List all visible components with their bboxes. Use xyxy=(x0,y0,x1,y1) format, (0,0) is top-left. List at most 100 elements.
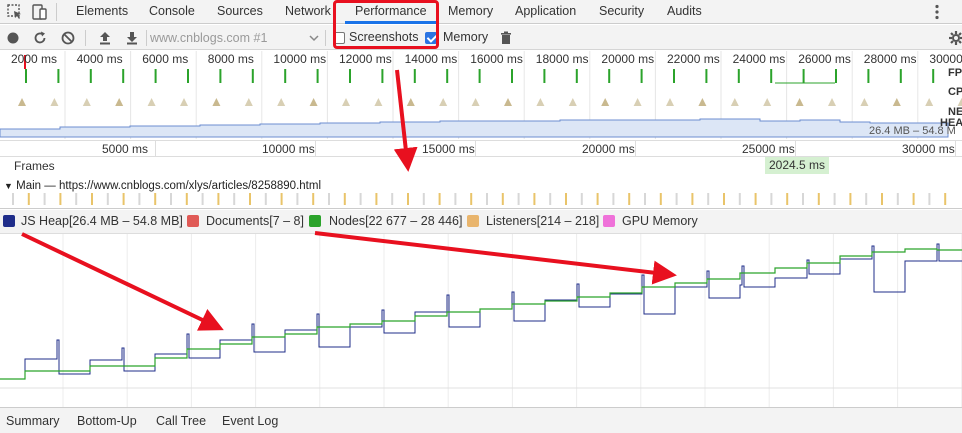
tab-bottom-up[interactable]: Bottom-Up xyxy=(77,414,137,428)
gpu-memory-checkbox[interactable] xyxy=(603,215,615,227)
trash-icon[interactable] xyxy=(498,30,514,46)
main-thread-task xyxy=(375,193,378,205)
cpu-activity-mark xyxy=(82,98,91,106)
main-thread-task xyxy=(628,193,631,205)
cpu-activity-mark xyxy=(277,98,286,106)
cpu-activity-mark xyxy=(828,98,836,106)
main-thread-task xyxy=(233,193,236,205)
nodes-checkbox[interactable] xyxy=(309,215,321,227)
tab-elements[interactable]: Elements xyxy=(76,0,128,24)
settings-gear-icon[interactable] xyxy=(948,30,962,46)
main-thread-task xyxy=(549,193,552,205)
fps-bar xyxy=(187,69,189,83)
cpu-activity-mark xyxy=(309,98,318,106)
fps-bar xyxy=(478,69,481,83)
fps-bar xyxy=(122,69,125,83)
tab-event-log[interactable]: Event Log xyxy=(222,414,278,428)
cpu-activity-mark xyxy=(504,98,512,106)
main-thread-task xyxy=(359,193,362,205)
upload-profile-icon[interactable] xyxy=(97,30,113,46)
expand-triangle-icon[interactable]: ▼ xyxy=(4,181,13,191)
main-thread-task xyxy=(612,193,615,205)
main-thread-task xyxy=(201,193,204,205)
tab-summary[interactable]: Summary xyxy=(6,414,59,428)
main-thread-task xyxy=(707,193,710,205)
fps-bar xyxy=(899,69,902,83)
chevron-down-icon[interactable] xyxy=(306,30,322,46)
toolbar-divider xyxy=(325,30,326,46)
fps-bar xyxy=(284,69,287,83)
cpu-activity-mark xyxy=(568,98,577,106)
toolbar-divider xyxy=(146,30,147,46)
fps-bar xyxy=(154,69,157,83)
main-thread-task xyxy=(249,193,251,205)
main-thread-task xyxy=(754,193,757,205)
recording-select[interactable]: www.cnblogs.com #1 xyxy=(150,30,310,46)
cpu-activity-mark xyxy=(633,98,642,106)
download-profile-icon[interactable] xyxy=(124,30,140,46)
main-thread-task xyxy=(391,193,394,205)
inspect-element-icon[interactable] xyxy=(6,3,24,21)
fps-bar xyxy=(770,69,773,83)
main-thread-task xyxy=(770,193,773,205)
memory-counters-graph[interactable] xyxy=(0,234,962,407)
frame-duration-badge[interactable]: 2024.5 ms xyxy=(765,157,829,174)
tab-sources[interactable]: Sources xyxy=(217,0,263,24)
main-thread-task xyxy=(438,193,441,205)
tab-audits[interactable]: Audits xyxy=(667,0,702,24)
main-thread-task xyxy=(738,193,741,205)
main-thread-task xyxy=(59,193,62,205)
cpu-side-label: CP xyxy=(948,86,962,98)
main-thread-task xyxy=(264,193,267,205)
record-icon[interactable] xyxy=(5,30,21,46)
main-thread-label[interactable]: ▼ Main — https://www.cnblogs.com/xlys/ar… xyxy=(4,180,321,192)
tab-security[interactable]: Security xyxy=(599,0,644,24)
ruler-tick-label: 25000 ms xyxy=(742,142,795,156)
tab-application[interactable]: Application xyxy=(515,0,576,24)
device-toolbar-icon[interactable] xyxy=(30,3,48,21)
tabbar-divider xyxy=(56,3,57,21)
cpu-activity-mark xyxy=(244,98,253,106)
fps-bar xyxy=(511,69,513,83)
main-thread-task xyxy=(691,193,694,205)
js-heap-checkbox[interactable] xyxy=(3,215,15,227)
cpu-activity-mark xyxy=(374,98,383,106)
more-options-icon[interactable] xyxy=(928,3,946,21)
main-thread-task xyxy=(881,193,883,205)
main-thread-task xyxy=(501,193,504,205)
fps-bar xyxy=(673,69,675,83)
fps-bar xyxy=(802,69,805,83)
fps-bar xyxy=(737,69,740,83)
tab-memory[interactable]: Memory xyxy=(448,0,493,24)
clear-icon[interactable] xyxy=(60,30,76,46)
documents-checkbox[interactable] xyxy=(187,215,199,227)
fps-bar xyxy=(25,69,27,83)
main-thread-task xyxy=(454,193,457,205)
cpu-activity-mark xyxy=(406,98,415,106)
tab-console[interactable]: Console xyxy=(149,0,195,24)
main-thread-task xyxy=(833,193,836,205)
reload-icon[interactable] xyxy=(32,30,48,46)
main-thread-task xyxy=(122,193,125,205)
main-thread-task xyxy=(944,193,947,205)
main-thread-task xyxy=(817,193,820,205)
main-thread-task xyxy=(580,193,583,205)
fps-bar xyxy=(251,69,254,83)
main-thread-task xyxy=(723,193,725,205)
listeners-checkbox[interactable] xyxy=(467,215,479,227)
overview-tick-label: 22000 ms xyxy=(667,52,720,66)
main-thread-task xyxy=(517,193,520,205)
tab-call-tree[interactable]: Call Tree xyxy=(156,414,206,428)
listeners-legend: Listeners[214 – 218] xyxy=(486,214,600,228)
main-thread-task xyxy=(328,193,330,205)
cpu-activity-mark xyxy=(957,98,962,106)
heap-range-readout: 26.4 MB – 54.8 M xyxy=(869,125,956,137)
cpu-activity-mark xyxy=(212,98,221,106)
ruler-tick-label: 10000 ms xyxy=(262,142,315,156)
overview-tick-label: 10000 ms xyxy=(273,52,327,66)
main-thread-task xyxy=(912,193,915,205)
main-thread-task xyxy=(185,193,188,205)
cpu-activity-mark xyxy=(147,98,156,106)
tab-network[interactable]: Network xyxy=(285,0,331,24)
main-thread-task xyxy=(296,193,299,205)
